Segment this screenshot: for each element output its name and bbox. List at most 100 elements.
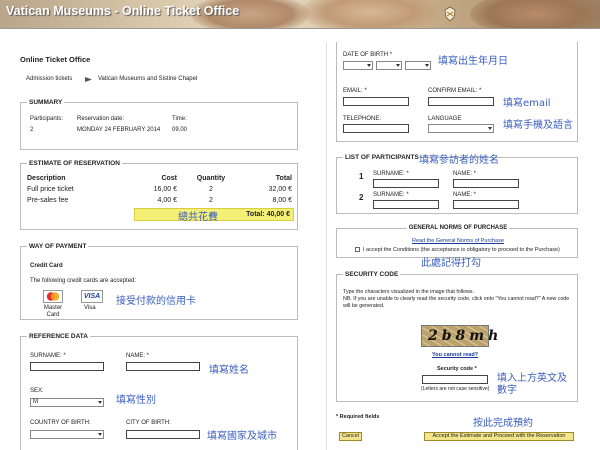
breadcrumb-item[interactable]: Admission tickets (26, 76, 72, 82)
security-code-input[interactable] (422, 375, 488, 384)
sex-select[interactable]: M (30, 398, 104, 407)
fresco-decoration (470, 0, 600, 28)
office-title: Online Ticket Office (20, 55, 91, 64)
payment-title: WAY OF PAYMENT (27, 243, 89, 250)
participant-2-surname-input[interactable] (373, 200, 439, 209)
column-header: Quantity (196, 175, 226, 182)
row-cost: 16,00 € (153, 186, 177, 193)
reservation-date-label: Reservation date: (77, 116, 125, 122)
participant-surname-label: SURNAME: * (373, 171, 409, 177)
norms-title: GENERAL NORMS OF PURCHASE (406, 225, 510, 231)
annotation-checkbox: 此處記得打勾 (421, 258, 481, 269)
column-header: Description (27, 175, 66, 182)
column-divider (326, 42, 327, 450)
norms-link[interactable]: Read the General Norms of Purchase (337, 238, 579, 244)
dob-day-select[interactable] (343, 61, 373, 70)
column-header: Total (275, 175, 292, 182)
dob-month-select[interactable] (376, 61, 402, 70)
participant-number: 2 (359, 193, 364, 202)
mastercard-icon (43, 290, 63, 303)
surname-label: SURNAME: * (30, 353, 66, 359)
cannot-read-link[interactable]: You cannot read? (432, 352, 478, 358)
row-quantity: 2 (209, 197, 213, 204)
cancel-button[interactable]: Cancel (339, 432, 362, 441)
fresco-decoration (300, 0, 440, 28)
accept-conditions-text: I accept the Conditions (the acceptance … (363, 247, 560, 253)
security-instructions: Type the characters visualized in the im… (343, 289, 475, 295)
row-description: Full price ticket (27, 186, 74, 193)
table-row: Full price ticket 16,00 € 2 32,00 € (27, 184, 292, 195)
captcha-text: 2b8mh (428, 328, 503, 344)
chevron-down-icon (425, 64, 429, 67)
visa-label: Visa (84, 305, 96, 311)
header-divider (0, 28, 600, 29)
row-description: Pre-sales fee (27, 197, 69, 204)
payment-box: WAY OF PAYMENT Credit Card The following… (20, 243, 298, 320)
papal-crest-icon (444, 6, 456, 22)
annotation-total: 總共花費 (178, 212, 218, 223)
chevron-down-icon (98, 433, 102, 436)
security-box: SECURITY CODE Type the characters visual… (336, 271, 578, 402)
country-select[interactable] (30, 430, 104, 439)
reservation-date-value: MONDAY 24 FEBRUARY 2014 (77, 127, 161, 133)
time-value: 09.00 (172, 127, 188, 133)
participants-title: LIST OF PARTICIPANTS (343, 154, 421, 161)
participant-name-label: NAME: * (453, 171, 477, 177)
page-header: Vatican Museums - Online Ticket Office (0, 0, 600, 28)
table-row: Pre-sales fee 4,00 € 2 8,00 € (27, 195, 292, 206)
table-header-row: Description Cost Quantity Total (27, 173, 292, 184)
chevron-down-icon (396, 64, 400, 67)
name-input[interactable] (126, 362, 200, 371)
telephone-label: TELEPHONE: (343, 116, 382, 122)
email-input[interactable] (343, 97, 409, 106)
security-code-label: Security code * (437, 366, 477, 372)
participants-value: 2 (30, 127, 34, 133)
time-label: Time: (172, 116, 187, 122)
participant-1-name-input[interactable] (453, 179, 519, 188)
dob-year-select[interactable] (405, 61, 431, 70)
summary-title: SUMMARY (27, 99, 65, 106)
row-total: 8,00 € (272, 197, 292, 204)
required-fields-note: * Required fields (336, 414, 380, 420)
telephone-input[interactable] (343, 124, 409, 133)
dob-label: DATE OF BIRTH * (343, 52, 393, 58)
annotation-dob: 填寫出生年月日 (438, 56, 508, 67)
surname-input[interactable] (30, 362, 104, 371)
estimate-table: Description Cost Quantity Total Full pri… (27, 173, 292, 206)
email-label: EMAIL: * (343, 88, 367, 94)
annotation-email: 填寫email (503, 98, 551, 109)
participant-2-name-input[interactable] (453, 200, 519, 209)
confirm-email-input[interactable] (428, 97, 494, 106)
annotation-name: 填寫姓名 (209, 365, 249, 376)
breadcrumb-arrow-icon (85, 77, 92, 82)
site-title: Vatican Museums - Online Ticket Office (6, 4, 240, 18)
total-value: Total: 40,00 € (246, 211, 290, 218)
language-select[interactable] (428, 124, 494, 133)
confirm-email-label: CONFIRM EMAIL: * (428, 88, 482, 94)
annotation-phone: 填寫手機及語言 (503, 120, 573, 131)
city-label: CITY OF BIRTH: (126, 420, 171, 426)
case-note: (Letters are not case sensitive) (421, 386, 490, 392)
accepted-cards-text: The following credit cards are accepted: (30, 278, 137, 284)
accept-reservation-button[interactable]: Accept the Estimate and Proceed with the… (424, 432, 574, 441)
security-title: SECURITY CODE (343, 271, 401, 278)
participant-surname-label: SURNAME: * (373, 192, 409, 198)
name-label: NAME: * (126, 353, 150, 359)
chevron-down-icon (367, 64, 371, 67)
estimate-box: ESTIMATE OF RESERVATION Description Cost… (20, 160, 298, 230)
reference-box: REFERENCE DATA SURNAME: * NAME: * 填寫姓名 S… (20, 333, 298, 450)
country-label: COUNTRY OF BIRTH: (30, 420, 91, 426)
participant-1-surname-input[interactable] (373, 179, 439, 188)
contact-box: DATE OF BIRTH * 填寫出生年月日 EMAIL: * CONFIRM… (336, 42, 578, 142)
column-header: Cost (161, 175, 177, 182)
participant-number: 1 (359, 172, 364, 181)
participants-box: LIST OF PARTICIPANTS 填寫參訪者的姓名 1 SURNAME:… (336, 154, 578, 214)
reference-title: REFERENCE DATA (27, 333, 90, 340)
accept-checkbox[interactable] (355, 247, 360, 252)
participant-name-label: NAME: * (453, 192, 477, 198)
chevron-down-icon (98, 401, 102, 404)
sex-value: M (33, 399, 38, 405)
city-input[interactable] (126, 430, 200, 439)
captcha-image: 2b8mh (421, 325, 498, 347)
visa-logo: VISA (83, 293, 101, 300)
